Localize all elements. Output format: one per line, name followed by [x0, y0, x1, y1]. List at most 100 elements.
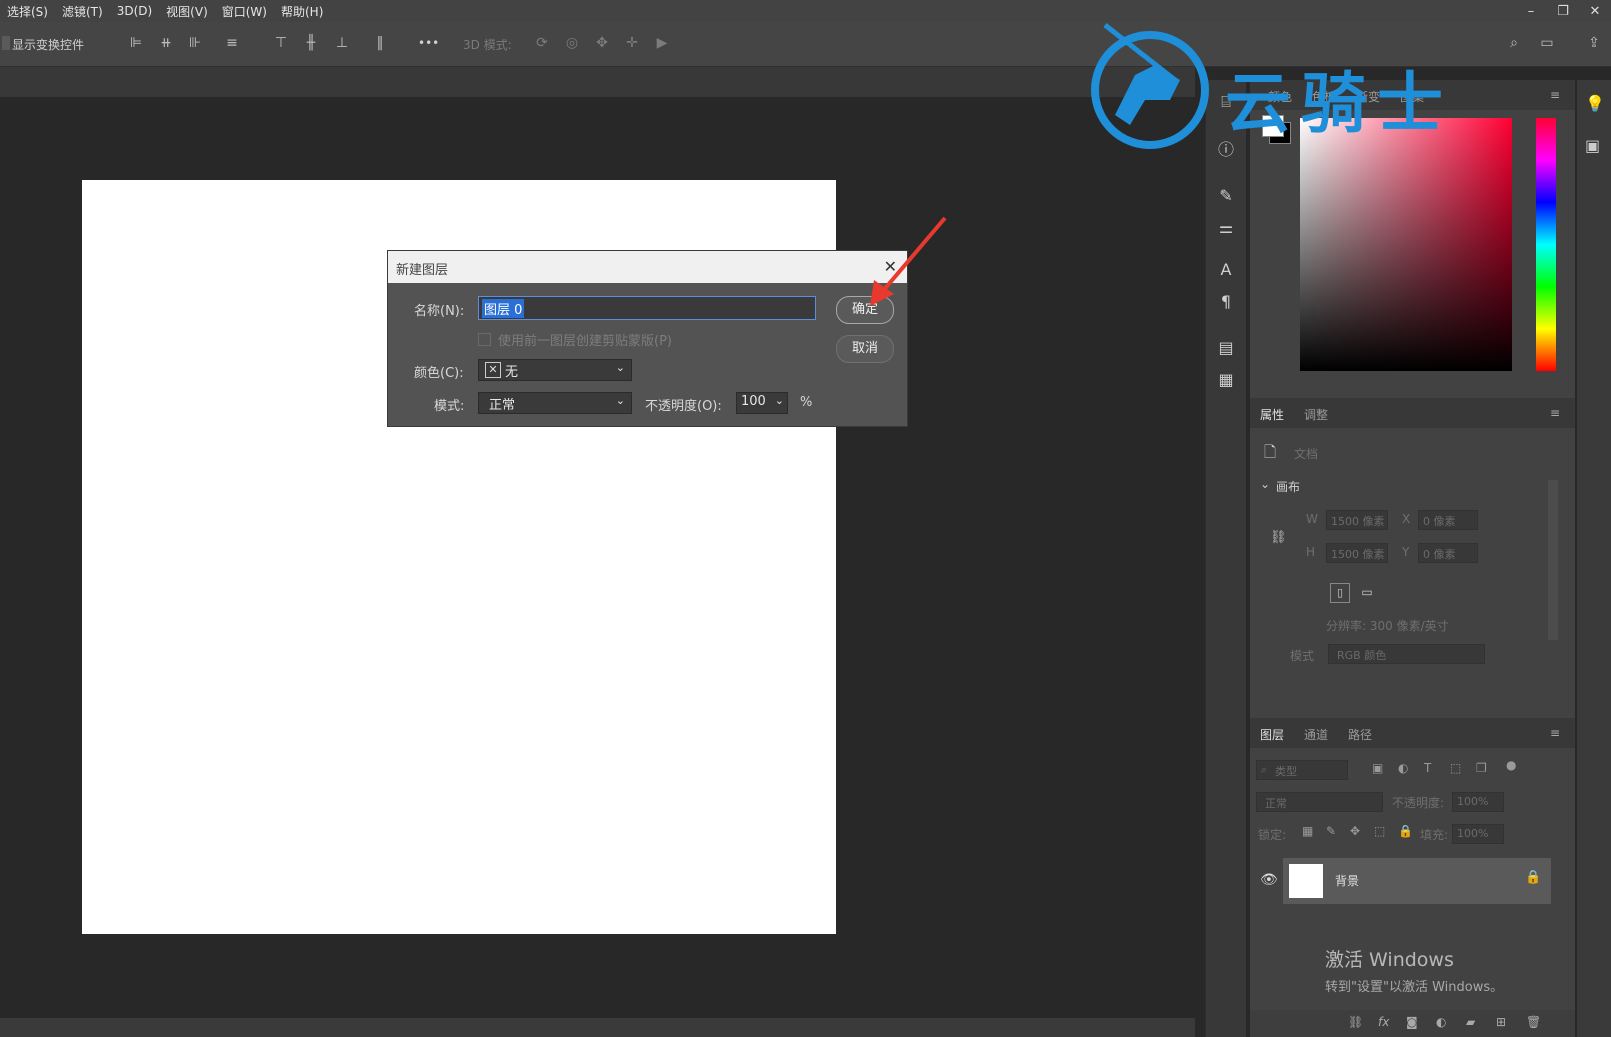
lock-move-icon[interactable]: ✥: [1350, 824, 1360, 838]
chevron-down-icon[interactable]: ⌄: [775, 394, 784, 407]
blend-mode-select[interactable]: 正常: [1256, 792, 1383, 812]
tab-channels[interactable]: 通道: [1304, 726, 1328, 743]
panel-menu-icon[interactable]: ≡: [1550, 88, 1560, 102]
checkbox-show-transform[interactable]: [2, 36, 10, 50]
brush-settings-icon[interactable]: ✎: [1216, 186, 1236, 206]
fx-icon[interactable]: fx: [1378, 1015, 1389, 1029]
character-icon[interactable]: A: [1216, 260, 1236, 280]
adjustment-layer-icon[interactable]: ◐: [1436, 1015, 1446, 1029]
minimize-button[interactable]: –: [1515, 4, 1547, 19]
chevron-down-icon[interactable]: ⌄: [1260, 477, 1270, 491]
color-mode-value: RGB 颜色: [1337, 649, 1387, 662]
align-right-icon[interactable]: ⊪: [186, 34, 204, 52]
menu-window[interactable]: 窗口(W): [215, 3, 274, 20]
layer-opacity-label: 不透明度:: [1392, 796, 1445, 810]
menu-select[interactable]: 选择(S): [0, 3, 55, 20]
align-left-icon[interactable]: ⊫: [127, 34, 145, 52]
mode-label: 模式:: [434, 399, 465, 414]
new-layer-dialog: 新建图层 ✕ 名称(N): 图层 0 使用前一图层创建剪贴蒙版(P) 颜色(C)…: [387, 250, 908, 427]
tab-paths[interactable]: 路径: [1348, 726, 1372, 743]
new-layer-icon[interactable]: ⊞: [1496, 1015, 1506, 1029]
name-input[interactable]: 图层 0: [478, 296, 816, 320]
x-field[interactable]: 0 像素: [1418, 510, 1478, 530]
visibility-eye-icon[interactable]: 👁: [1260, 872, 1278, 888]
annotation-arrow-ok: [870, 216, 947, 306]
width-field[interactable]: 1500 像素: [1326, 510, 1388, 530]
opacity-input[interactable]: 100 ⌄: [736, 392, 788, 414]
lock-transparent-icon[interactable]: ▦: [1302, 824, 1313, 838]
more-options-button[interactable]: •••: [418, 36, 439, 50]
menu-help[interactable]: 帮助(H): [274, 3, 330, 20]
restore-button[interactable]: ❐: [1547, 4, 1579, 19]
align-top-icon[interactable]: ⊤: [272, 34, 290, 52]
arrow-shaft: [880, 216, 947, 294]
filter-type-icon[interactable]: T: [1424, 761, 1431, 775]
link-layers-icon[interactable]: ⛓: [1348, 1015, 1363, 1029]
tab-adjustments[interactable]: 调整: [1304, 406, 1328, 423]
landscape-icon[interactable]: ▭: [1358, 583, 1376, 601]
libraries-icon[interactable]: ▣: [1585, 136, 1600, 155]
layer-filter-select[interactable]: ⌕ 类型: [1256, 760, 1348, 780]
align-vcenter-icon[interactable]: ╫: [302, 34, 320, 52]
height-value: 1500 像素: [1331, 548, 1385, 561]
layer-opacity-field[interactable]: 100%: [1452, 792, 1504, 812]
menu-filter[interactable]: 滤镜(T): [55, 3, 110, 20]
mode3d-label: 3D 模式:: [463, 38, 512, 52]
tab-layers[interactable]: 图层: [1260, 726, 1284, 743]
menu-bar: 选择(S) 滤镜(T) 3D(D) 视图(V) 窗口(W) 帮助(H): [0, 0, 1611, 22]
pan-3d-icon[interactable]: ✥: [593, 34, 611, 52]
link-icon[interactable]: ⛓: [1270, 530, 1287, 545]
new-group-icon[interactable]: ▰: [1466, 1015, 1475, 1029]
fill-field[interactable]: 100%: [1452, 824, 1504, 844]
scale-3d-icon[interactable]: ▶: [653, 34, 671, 52]
filter-shape-icon[interactable]: ⬚: [1450, 761, 1461, 775]
lock-artboard-icon[interactable]: ⬚: [1374, 824, 1385, 838]
doc-label: 文档: [1294, 447, 1319, 461]
name-input-selection: 图层 0: [482, 299, 525, 318]
cancel-button[interactable]: 取消: [836, 335, 894, 363]
height-field[interactable]: 1500 像素: [1326, 543, 1388, 563]
y-field[interactable]: 0 像素: [1418, 543, 1478, 563]
close-window-button[interactable]: ✕: [1579, 4, 1611, 19]
tab-properties[interactable]: 属性: [1260, 406, 1284, 423]
paragraph-icon[interactable]: ¶: [1216, 292, 1236, 312]
w-label: W: [1306, 512, 1318, 526]
color-mode-select[interactable]: RGB 颜色: [1328, 644, 1485, 664]
lock-paint-icon[interactable]: ✎: [1326, 824, 1336, 838]
workspace-icon[interactable]: ▭: [1538, 34, 1556, 52]
mode-select[interactable]: 正常 ⌄: [478, 392, 632, 414]
panel-menu-icon[interactable]: ≡: [1550, 726, 1560, 740]
name-label: 名称(N):: [414, 304, 465, 319]
clip-mask-checkbox[interactable]: [478, 333, 491, 346]
glyphs-icon[interactable]: ▤: [1216, 338, 1236, 358]
portrait-icon[interactable]: ▯: [1330, 583, 1350, 603]
resolution-label: 分辨率: 300 像素/英寸: [1326, 619, 1449, 633]
layer-row-background[interactable]: 背景 🔒: [1283, 858, 1551, 904]
filter-toggle-icon[interactable]: ●: [1506, 758, 1516, 772]
lock-all-icon[interactable]: 🔒: [1398, 824, 1413, 838]
delete-layer-icon[interactable]: 🗑: [1526, 1015, 1541, 1029]
menu-3d[interactable]: 3D(D): [110, 4, 159, 18]
filter-adjust-icon[interactable]: ◐: [1398, 761, 1408, 775]
align-bottom-icon[interactable]: ⊥: [333, 34, 351, 52]
menu-view[interactable]: 视图(V): [159, 3, 215, 20]
y-label: Y: [1402, 545, 1410, 559]
notes-icon[interactable]: ▦: [1216, 370, 1236, 390]
filter-smart-icon[interactable]: ❐: [1476, 761, 1487, 775]
distribute-vertical-icon[interactable]: ‖: [371, 34, 389, 52]
align-hcenter-icon[interactable]: ⧺: [157, 34, 175, 52]
adjust-sliders-icon[interactable]: ⚌: [1216, 218, 1236, 238]
distribute-icon[interactable]: ≡: [223, 34, 241, 52]
filter-pixel-icon[interactable]: ▣: [1372, 761, 1383, 775]
slide-3d-icon[interactable]: ✛: [623, 34, 641, 52]
add-mask-icon[interactable]: ◙: [1406, 1015, 1418, 1029]
show-transform-label: 显示变换控件: [12, 38, 85, 52]
learn-lightbulb-icon[interactable]: 💡: [1585, 94, 1605, 113]
properties-scrollbar[interactable]: [1548, 480, 1558, 640]
share-icon[interactable]: ⇪: [1585, 34, 1603, 52]
roll-3d-icon[interactable]: ◎: [563, 34, 581, 52]
orbit-3d-icon[interactable]: ⟳: [533, 34, 551, 52]
panel-menu-icon[interactable]: ≡: [1550, 406, 1560, 420]
hue-slider[interactable]: [1536, 118, 1556, 371]
color-select[interactable]: ✕ 无 ⌄: [478, 359, 632, 381]
